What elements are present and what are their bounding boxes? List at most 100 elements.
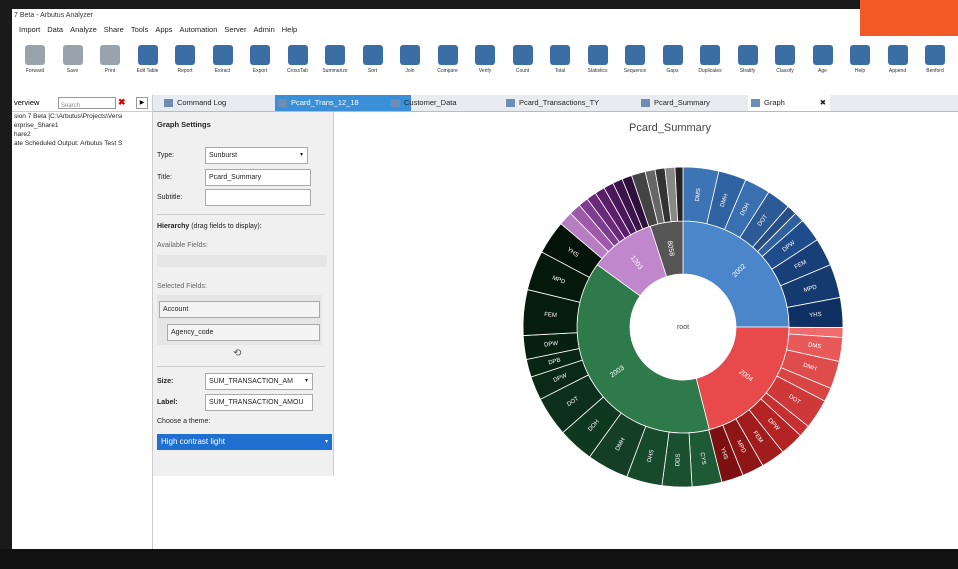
subtitle-label: Subtitle: — [157, 194, 183, 201]
toolbar-label: Join — [405, 68, 415, 74]
table-icon — [506, 99, 515, 107]
size-value: SUM_TRANSACTION_AM — [209, 378, 294, 385]
menu-help[interactable]: Help — [282, 23, 297, 37]
available-fields-label: Available Fields: — [157, 242, 208, 249]
toolbar-label: Statistics — [587, 68, 608, 74]
outer-label: FEM — [544, 312, 557, 319]
graph-icon — [751, 99, 760, 107]
toolbar-label: Duplicates — [698, 68, 722, 74]
theme-label: Choose a theme: — [157, 418, 211, 425]
join-icon — [400, 45, 420, 65]
available-fields-list[interactable] — [157, 255, 327, 267]
toolbar-label: Verify — [478, 68, 492, 74]
age-button[interactable]: Age — [804, 43, 842, 93]
save-button[interactable]: Save — [54, 43, 92, 93]
gaps-button[interactable]: Gaps — [654, 43, 692, 93]
verify-button[interactable]: Verify — [466, 43, 504, 93]
table-icon — [641, 99, 650, 107]
subtitle-field[interactable] — [205, 189, 311, 206]
clear-search-icon[interactable]: ✖ — [118, 97, 126, 108]
toolbar-label: Total — [554, 68, 566, 74]
title-label: Title: — [157, 174, 172, 181]
toolbar-label: Age — [818, 68, 827, 74]
total-button[interactable]: Total — [541, 43, 579, 93]
theme-select[interactable]: High contrast light ▾ — [157, 434, 332, 450]
reset-hierarchy-icon[interactable]: ⟲ — [233, 348, 241, 359]
help-button[interactable]: Help — [841, 43, 879, 93]
tree-item[interactable]: hare2 — [12, 130, 152, 139]
menu-server[interactable]: Server — [224, 23, 246, 37]
tab-command-log[interactable]: Command Log — [161, 95, 285, 111]
menu-automation[interactable]: Automation — [179, 23, 217, 37]
append-icon — [887, 45, 908, 65]
menu-admin[interactable]: Admin — [253, 23, 274, 37]
app-window: 7 Beta - Arbutus Analyzer Import Data Anal… — [12, 9, 958, 549]
divider — [157, 366, 325, 367]
hierarchy-label: Hierarchy — [157, 223, 190, 230]
tab-pcard-transactions-ty[interactable]: Pcard_Transactions_TY — [503, 95, 649, 111]
toolbar-label: Save — [66, 68, 79, 74]
join-button[interactable]: Join — [391, 43, 429, 93]
selected-field-agency-code[interactable]: Agency_code — [167, 324, 320, 341]
overview-expand-icon[interactable]: ▶ — [136, 97, 148, 109]
tree-item[interactable]: sion 7 Beta [C:\Arbutus\Projects\Versi — [12, 112, 152, 121]
export-button[interactable]: Export — [241, 43, 279, 93]
menu-data[interactable]: Data — [47, 23, 63, 37]
selected-fields-label: Selected Fields: — [157, 283, 207, 290]
duplicates-button[interactable]: Duplicates — [691, 43, 729, 93]
forward-button[interactable]: Forward — [16, 43, 54, 93]
crosstab-button[interactable]: CrossTab — [279, 43, 317, 93]
sort-icon — [362, 45, 383, 65]
tab-graph[interactable]: Graph ✖ — [748, 95, 830, 111]
report-button[interactable]: Report — [166, 43, 204, 93]
append-button[interactable]: Append — [879, 43, 917, 93]
extract-button[interactable]: Extract — [204, 43, 242, 93]
close-tab-icon[interactable]: ✖ — [820, 95, 826, 111]
benford-icon — [925, 45, 945, 65]
title-field[interactable]: Pcard_Summary — [205, 169, 311, 186]
menu-bar: Import Data Analyze Share Tools Apps Automatio… — [12, 23, 958, 37]
toolbar-label: Append — [888, 68, 907, 74]
sequence-button[interactable]: Sequence — [616, 43, 654, 93]
menu-apps[interactable]: Apps — [155, 23, 172, 37]
overview-panel: verview Search ✖ ▶ sion 7 Beta [C:\Arbut… — [12, 95, 153, 549]
print-button[interactable]: Print — [91, 43, 129, 93]
toolbar: Forward Save Print Edit Table Report Extract E… — [12, 39, 958, 96]
stratify-button[interactable]: Stratify — [729, 43, 767, 93]
type-value: Sunburst — [209, 152, 238, 159]
menu-share[interactable]: Share — [104, 23, 124, 37]
tree-item[interactable]: erprise_Share1 — [12, 121, 152, 130]
toolbar-label: Print — [104, 68, 116, 74]
verify-icon — [475, 45, 495, 65]
summarize-button[interactable]: Summarize — [316, 43, 354, 93]
menu-analyze[interactable]: Analyze — [70, 23, 97, 37]
statistics-button[interactable]: Statistics — [579, 43, 617, 93]
tree-item[interactable]: ate Scheduled Output: Arbutus Test S — [12, 139, 152, 148]
type-select[interactable]: Sunburst ▾ — [205, 147, 308, 164]
classify-button[interactable]: Classify — [766, 43, 804, 93]
outer-label: YHS — [809, 312, 822, 319]
count-button[interactable]: Count — [504, 43, 542, 93]
overview-search-input[interactable]: Search — [58, 97, 116, 109]
project-tree: sion 7 Beta [C:\Arbutus\Projects\Versi er… — [12, 112, 152, 148]
tab-label: Pcard_Summary — [654, 98, 710, 107]
tab-customer-data[interactable]: Customer_Data — [388, 95, 514, 111]
crosstab-icon — [287, 45, 308, 65]
size-select[interactable]: SUM_TRANSACTION_AM ▾ — [205, 373, 313, 390]
selected-fields-list[interactable]: Account Agency_code — [157, 295, 322, 345]
total-icon — [550, 45, 570, 65]
menu-tools[interactable]: Tools — [131, 23, 149, 37]
sunburst-chart[interactable]: 20022004200312038058DMS DMHDOHDOTDPWFEMMP… — [334, 112, 958, 549]
tab-pcard-summary[interactable]: Pcard_Summary — [638, 95, 759, 111]
edit-table-button[interactable]: Edit Table — [129, 43, 167, 93]
center-label: root — [677, 324, 689, 331]
sort-button[interactable]: Sort — [354, 43, 392, 93]
selected-field-account[interactable]: Account — [159, 301, 320, 318]
label-field[interactable]: SUM_TRANSACTION_AMOU — [205, 394, 313, 411]
compare-button[interactable]: Compare — [429, 43, 467, 93]
label-label: Label: — [157, 399, 178, 406]
toolbar-label: Stratify — [739, 68, 756, 74]
benford-button[interactable]: Benford — [916, 43, 954, 93]
brand-corner — [860, 0, 958, 36]
menu-import[interactable]: Import — [19, 23, 40, 37]
